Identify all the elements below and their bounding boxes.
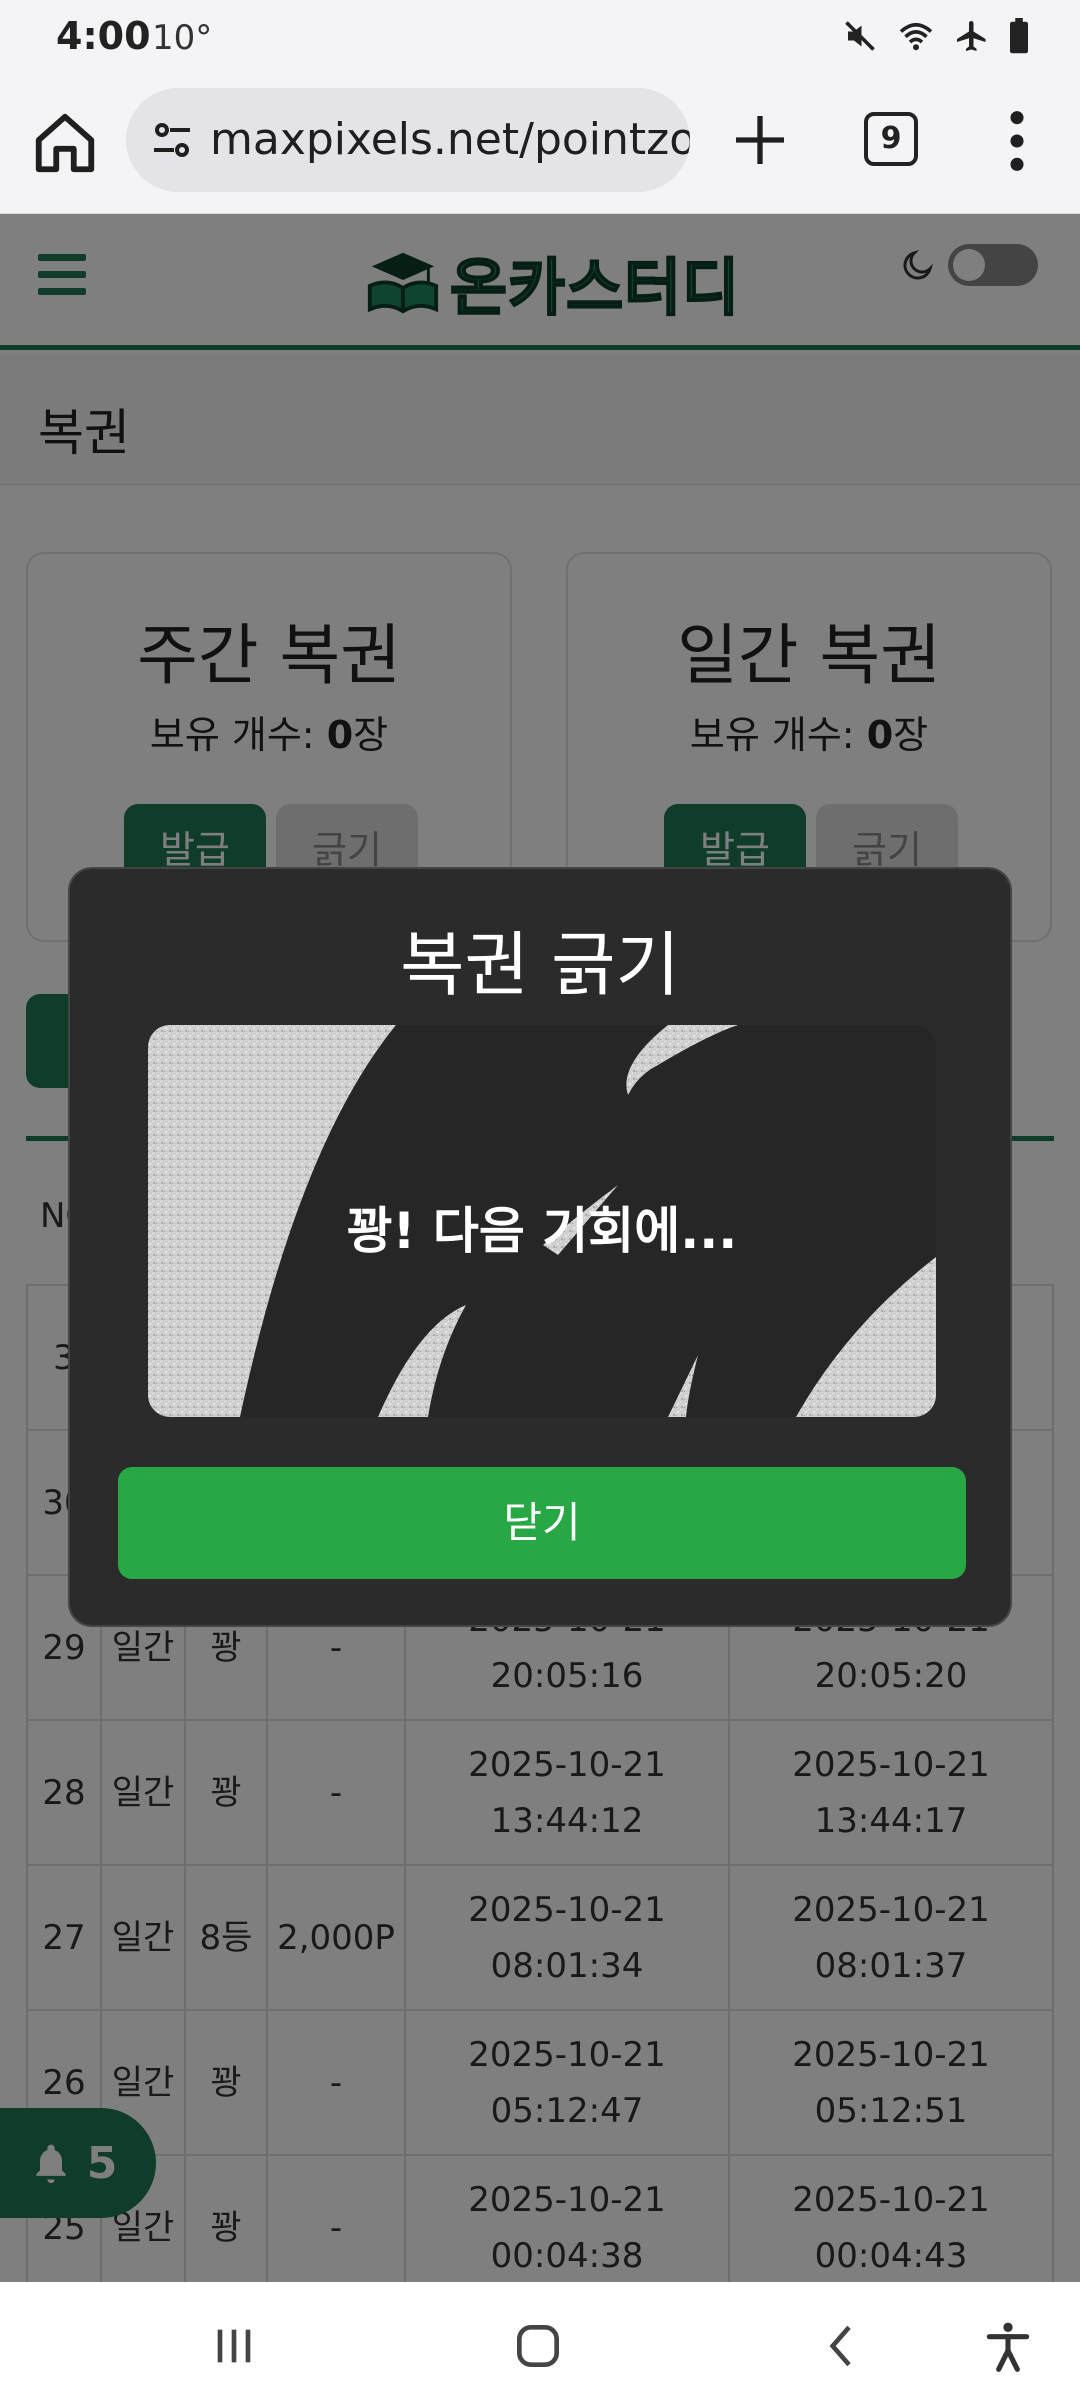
address-bar[interactable]: maxpixels.net/pointzo (126, 88, 690, 192)
browser-menu-button[interactable] (1000, 106, 1034, 176)
status-bar: 4:00 10° (0, 0, 1080, 78)
wifi-icon (896, 18, 936, 54)
browser-toolbar: maxpixels.net/pointzo 9 (0, 78, 1080, 214)
system-navigation-bar (0, 2282, 1080, 2408)
battery-icon (1008, 18, 1030, 54)
plus-icon (736, 116, 784, 164)
close-button[interactable]: 닫기 (118, 1467, 966, 1579)
modal-title: 복권 긁기 (400, 924, 680, 1006)
url-text: maxpixels.net/pointzo (210, 114, 690, 165)
back-icon[interactable] (814, 2318, 870, 2378)
home-nav-icon[interactable] (508, 2318, 568, 2378)
mute-icon (842, 18, 878, 54)
home-icon (35, 113, 95, 173)
lottery-result-text: 꽝! 다음 기회에... (346, 1202, 738, 1260)
new-tab-button[interactable] (728, 108, 792, 172)
recent-apps-icon[interactable] (206, 2318, 262, 2378)
home-button[interactable] (30, 108, 100, 178)
tab-switcher-button[interactable]: 9 (864, 112, 918, 166)
accessibility-icon[interactable] (980, 2318, 1036, 2378)
more-vert-icon (1010, 111, 1024, 171)
status-temperature: 10° (152, 18, 213, 58)
scratch-canvas[interactable]: 꽝! 다음 기회에... (148, 1025, 936, 1417)
status-time: 4:00 (56, 14, 151, 58)
airplane-icon (954, 18, 990, 54)
status-icons (842, 14, 1030, 58)
scratch-lottery-modal: 복권 긁기 꽝! 다음 기회에... 닫기 (68, 867, 1012, 1627)
site-settings-icon[interactable] (148, 116, 196, 168)
